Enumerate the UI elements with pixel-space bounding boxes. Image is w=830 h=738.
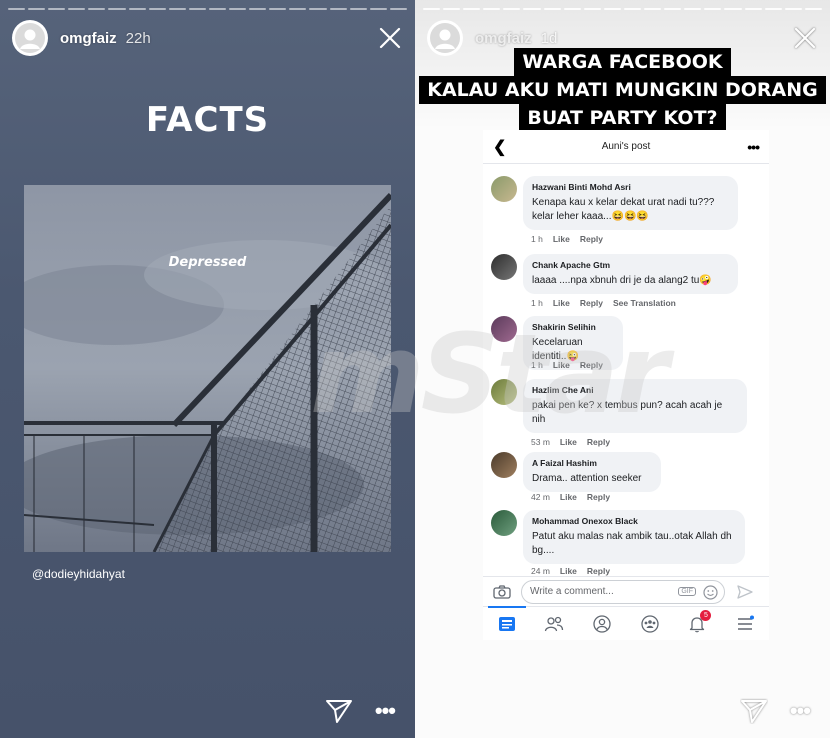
camera-icon[interactable] [493,584,511,599]
comment-meta: 1 h Like Reply [531,234,603,244]
story-left: omgfaiz 22h FACTS Depressed @dodieyhidah… [0,0,415,738]
commenter-name[interactable]: A Faizal Hashim [532,458,652,468]
story-progress-bar [423,8,822,10]
story-photo: Depressed [24,185,391,552]
avatar[interactable] [12,20,48,56]
reply-link[interactable]: Reply [580,298,603,308]
photo-caption: Depressed [168,255,247,270]
avatar[interactable] [491,176,517,202]
more-dots-icon[interactable]: ••• [375,700,396,722]
comment-bubble: Hazlim Che Ani pakai pen ke? x tembus pu… [523,379,747,433]
comment-bubble: Chank Apache Gtm laaaa ....npa xbnuh dri… [523,254,738,294]
fb-post-title: Auni's post [601,141,651,152]
paper-plane-icon[interactable] [740,698,768,724]
story-heading: FACTS [145,100,270,140]
facebook-post-screenshot: ❮ Auni's post ••• Hazwani Binti Mohd Asr… [483,130,769,640]
more-dots-icon[interactable]: ••• [790,700,811,722]
tab-notifications[interactable]: 5 [686,609,712,635]
story-username[interactable]: omgfaiz [475,30,532,47]
reply-link[interactable]: Reply [587,566,610,576]
back-arrow-icon[interactable]: ❮ [493,137,506,157]
notification-badge: 5 [700,609,712,621]
comment-meta: 24 m Like Reply [531,566,610,576]
tab-news-feed[interactable] [487,605,526,635]
comment-meta: 1 h Like Reply See Translation [531,298,676,308]
story-username[interactable]: omgfaiz [60,30,117,47]
reply-link[interactable]: Reply [580,234,603,244]
commenter-name[interactable]: Shakirin Selihin [532,322,614,332]
comment-time: 53 m [531,437,550,447]
comment-input-placeholder: Write a comment... [530,586,614,597]
gif-button[interactable]: GIF [678,586,696,596]
story-footer: ••• [740,698,811,724]
tab-friends[interactable] [543,613,565,635]
like-link[interactable]: Like [560,566,577,576]
story-time: 1d [540,29,558,47]
comment-text: Kenapa kau x kelar dekat urat nadi tu???… [532,197,715,222]
profile-icon [593,614,611,633]
like-link[interactable]: Like [560,437,577,447]
story-headline: WARGA FACEBOOK KALAU AKU MATI MUNGKIN DO… [415,48,830,132]
comment-input[interactable]: Write a comment... GIF [521,579,725,604]
comment-meta: 53 m Like Reply [531,437,610,447]
hamburger-menu-icon [738,615,755,630]
photo-credit[interactable]: @dodieyhidahyat [32,567,125,581]
like-link[interactable]: Like [553,234,570,244]
groups-icon [641,614,659,633]
comment-list: Hazwani Binti Mohd Asri Kenapa kau x kel… [483,164,769,576]
comment-text: pakai pen ke? x tembus pun? acah acah je… [532,400,723,425]
tab-profile[interactable] [591,613,613,635]
comment-meta: 42 m Like Reply [531,492,610,502]
close-icon[interactable] [377,25,403,51]
fb-tab-bar: 5 [483,605,769,640]
commenter-name[interactable]: Mohammad Onexox Black [532,516,736,526]
commenter-name[interactable]: Hazwani Binti Mohd Asri [532,182,729,192]
comment-bubble: Hazwani Binti Mohd Asri Kenapa kau x kel… [523,176,738,230]
comment-time: 24 m [531,566,550,576]
see-translation-link[interactable]: See Translation [613,298,676,308]
story-time: 22h [125,29,151,47]
fb-post-header: ❮ Auni's post ••• [483,130,769,164]
headline-line-1: WARGA FACEBOOK [514,48,731,76]
comment-time: 1 h [531,298,543,308]
comment-bubble: Mohammad Onexox Black Patut aku malas na… [523,510,745,564]
comment-bubble: A Faizal Hashim Drama.. attention seeker [523,452,661,492]
more-dots-icon[interactable]: ••• [747,139,760,155]
comment-meta: 1 h Like Reply [531,360,603,370]
comment-time: 1 h [531,360,543,370]
avatar[interactable] [491,510,517,536]
reply-link[interactable]: Reply [580,360,603,370]
headline-line-2: KALAU AKU MATI MUNGKIN DORANG [419,76,826,104]
tab-menu[interactable] [734,613,756,635]
default-avatar-icon [15,23,45,53]
friends-icon [545,616,564,631]
headline-line-3: BUAT PARTY KOT? [519,104,726,132]
commenter-name[interactable]: Chank Apache Gtm [532,260,729,270]
avatar[interactable] [491,254,517,280]
avatar[interactable] [491,452,517,478]
avatar[interactable] [491,379,517,405]
send-comment-icon[interactable] [737,584,753,600]
comment-text: Patut aku malas nak ambik tau..otak Alla… [532,531,732,556]
reply-link[interactable]: Reply [587,492,610,502]
comment-time: 42 m [531,492,550,502]
like-link[interactable]: Like [560,492,577,502]
commenter-name[interactable]: Hazlim Che Ani [532,385,738,395]
tab-groups[interactable] [639,613,661,635]
comment-text: laaaa ....npa xbnuh dri je da alang2 tu🤪 [532,275,712,286]
story-header: omgfaiz 22h [12,20,403,56]
reply-link[interactable]: Reply [587,437,610,447]
story-progress-bar [8,8,407,10]
comment-time: 1 h [531,234,543,244]
comment-text: Drama.. attention seeker [532,473,642,484]
comment-composer: Write a comment... GIF [483,576,769,606]
like-link[interactable]: Like [553,360,570,370]
emoji-icon[interactable] [703,584,718,600]
sky-fence-photo [24,185,391,552]
news-feed-icon [498,616,515,631]
avatar[interactable] [491,316,517,342]
story-footer: ••• [325,698,396,724]
like-link[interactable]: Like [553,298,570,308]
paper-plane-icon[interactable] [325,698,353,724]
